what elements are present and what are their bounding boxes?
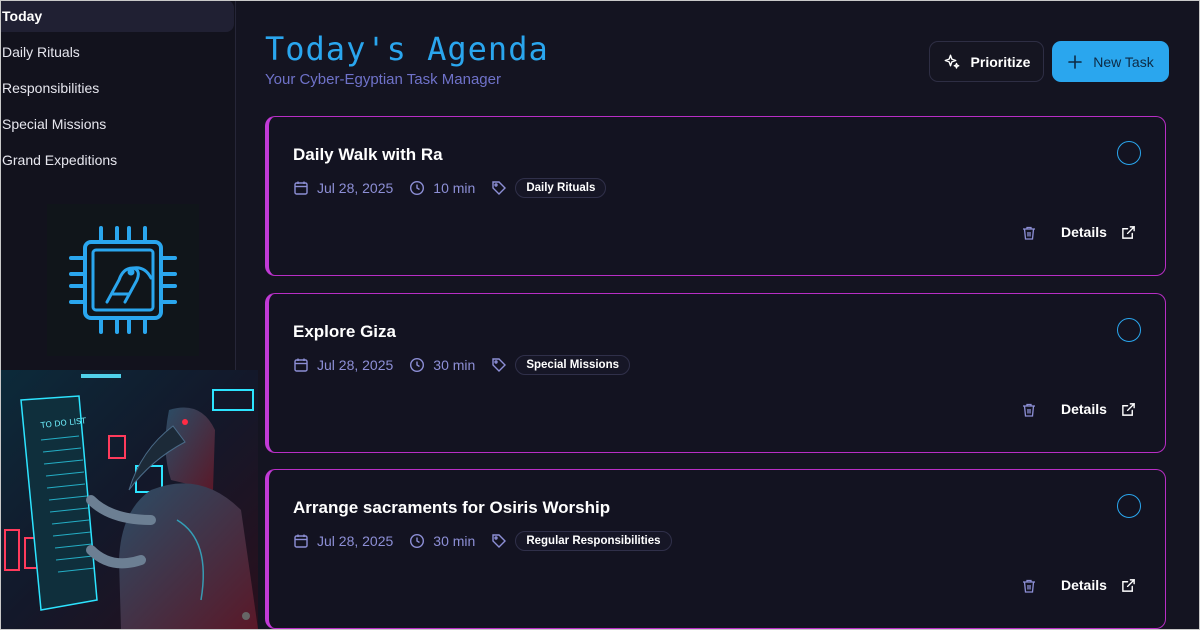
task-tag: Daily Rituals	[515, 178, 607, 198]
calendar-icon	[294, 181, 308, 195]
task-title: Arrange sacraments for Osiris Worship	[293, 498, 611, 517]
task-tag: Special Missions	[515, 355, 631, 375]
task-date: Jul 28, 2025	[317, 533, 394, 549]
mascot-illustration: TO DO LIST	[1, 370, 258, 629]
details-label: Details	[1061, 401, 1107, 417]
task-meta: Jul 28, 2025 30 min Regular Responsibili…	[293, 530, 688, 552]
prioritize-button[interactable]: Prioritize	[929, 41, 1044, 82]
logo	[47, 204, 199, 356]
sidebar-item-daily-rituals[interactable]: Daily Rituals	[0, 36, 234, 68]
external-link-icon	[1122, 578, 1135, 592]
details-label: Details	[1061, 224, 1107, 240]
task-card: Explore Giza Jul 28, 2025 30 min Special…	[265, 293, 1166, 453]
calendar-icon	[294, 358, 308, 372]
clock-icon	[410, 357, 425, 373]
sidebar-item-grand-expeditions[interactable]: Grand Expeditions	[0, 144, 234, 176]
sidebar-item-today[interactable]: Today	[0, 0, 234, 32]
details-link[interactable]: Details	[1061, 401, 1136, 417]
trash-icon[interactable]	[1021, 402, 1037, 418]
task-meta: Jul 28, 2025 30 min Special Missions	[293, 354, 646, 376]
page-title: Today's Agenda	[265, 30, 549, 68]
trash-icon[interactable]	[1021, 578, 1037, 594]
task-card: Daily Walk with Ra Jul 28, 2025 10 min D…	[265, 116, 1166, 276]
new-task-button[interactable]: New Task	[1052, 41, 1169, 82]
external-link-icon	[1122, 225, 1135, 239]
sidebar: Today Daily Rituals Responsibilities Spe…	[0, 0, 258, 630]
sidebar-item-special-missions[interactable]: Special Missions	[0, 108, 234, 140]
task-meta: Jul 28, 2025 10 min Daily Rituals	[293, 177, 622, 199]
sparkles-icon	[944, 54, 959, 69]
cyber-ibis-chip-icon	[69, 226, 177, 334]
clock-icon	[410, 533, 425, 549]
page-subtitle: Your Cyber-Egyptian Task Manager	[265, 71, 501, 88]
new-task-label: New Task	[1093, 53, 1154, 70]
task-date: Jul 28, 2025	[317, 180, 394, 196]
details-link[interactable]: Details	[1061, 224, 1136, 240]
details-label: Details	[1061, 577, 1107, 593]
complete-toggle[interactable]	[1117, 141, 1141, 165]
sidebar-item-responsibilities[interactable]: Responsibilities	[0, 72, 234, 104]
trash-icon[interactable]	[1021, 225, 1037, 241]
prioritize-label: Prioritize	[970, 53, 1031, 70]
task-date: Jul 28, 2025	[317, 357, 394, 373]
task-duration: 30 min	[433, 357, 476, 373]
complete-toggle[interactable]	[1117, 318, 1141, 342]
task-card: Arrange sacraments for Osiris Worship Ju…	[265, 469, 1166, 629]
task-title: Daily Walk with Ra	[293, 145, 443, 164]
tag-icon	[492, 358, 507, 372]
task-duration: 10 min	[433, 180, 476, 196]
task-tag: Regular Responsibilities	[515, 531, 672, 551]
calendar-icon	[294, 534, 308, 548]
task-duration: 30 min	[433, 533, 476, 549]
complete-toggle[interactable]	[1117, 494, 1141, 518]
task-title: Explore Giza	[293, 322, 396, 341]
external-link-icon	[1122, 402, 1135, 416]
plus-icon	[1068, 54, 1083, 69]
details-link[interactable]: Details	[1061, 577, 1136, 593]
clock-icon	[410, 180, 425, 196]
tag-icon	[492, 534, 507, 548]
tag-icon	[492, 181, 507, 195]
